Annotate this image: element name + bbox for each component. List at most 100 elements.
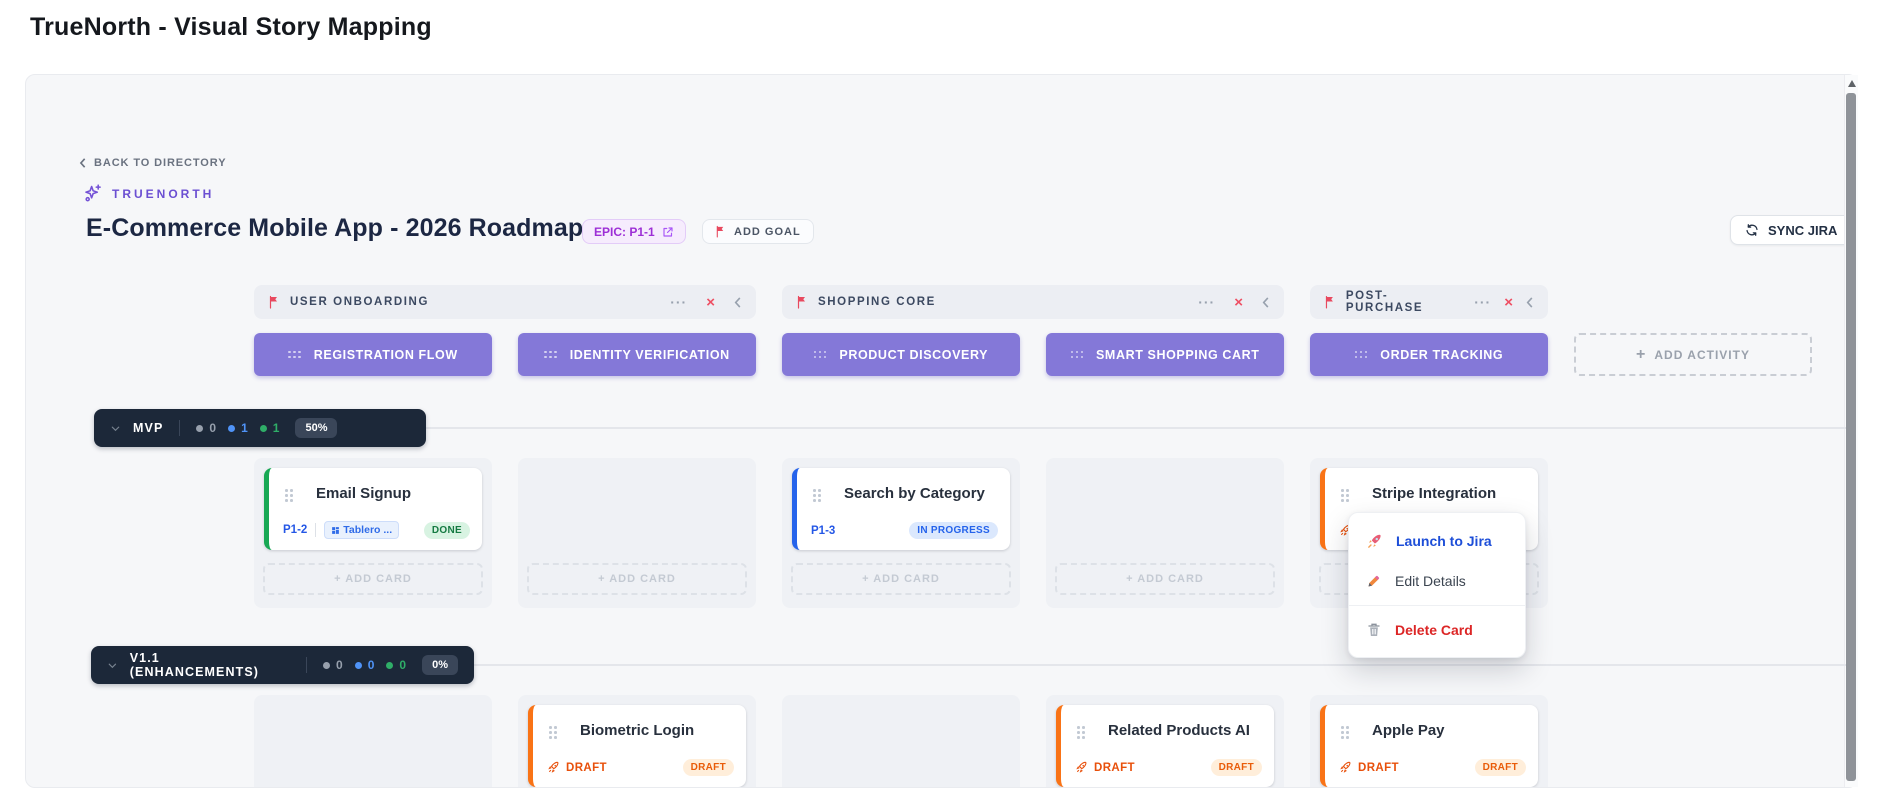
goal-collapse-icon[interactable] (1526, 297, 1534, 308)
add-activity-button[interactable]: + ADD ACTIVITY (1574, 333, 1812, 376)
card-related-products-ai[interactable]: Related Products AI DRAFT DRAFT (1056, 705, 1274, 787)
card-title: Email Signup (316, 485, 411, 502)
chevron-down-icon[interactable] (110, 423, 121, 434)
plus-icon: + (1636, 346, 1645, 364)
row-divider-line (426, 427, 1846, 429)
brand: TRUENORTH (82, 183, 214, 204)
green-dot-icon (386, 662, 393, 669)
goal-more-icon[interactable]: ··· (670, 295, 687, 309)
back-to-directory-link[interactable]: BACK TO DIRECTORY (79, 157, 226, 169)
add-goal-button[interactable]: ADD GOAL (702, 219, 814, 244)
activity-product-discovery[interactable]: PRODUCT DISCOVERY (782, 333, 1020, 376)
card-email-signup[interactable]: Email Signup P1-2 Tablero ... DONE (264, 468, 482, 550)
card-title: Related Products AI (1108, 722, 1250, 739)
add-goal-label: ADD GOAL (734, 226, 801, 238)
card-title: Apple Pay (1372, 722, 1445, 739)
activity-identity-verification[interactable]: IDENTITY VERIFICATION (518, 333, 756, 376)
drag-handle-icon[interactable] (1355, 351, 1368, 359)
back-to-directory-label: BACK TO DIRECTORY (94, 157, 226, 169)
gray-dot-icon (196, 425, 203, 432)
flag-icon (1324, 295, 1336, 309)
scroll-up-arrow-icon[interactable] (1848, 80, 1856, 87)
progress-badge: 0% (422, 655, 458, 675)
goal-bar-user-onboarding: USER ONBOARDING ··· × (254, 285, 756, 319)
row-bar-v1-1-enhancements[interactable]: V1.1 (ENHANCEMENTS) 0 0 0 0% (91, 646, 474, 684)
drag-handle-icon[interactable] (1341, 726, 1349, 739)
sync-icon (1745, 223, 1759, 237)
goal-collapse-icon[interactable] (1262, 297, 1270, 308)
chevron-down-icon[interactable] (107, 660, 118, 671)
draft-label: DRAFT (1339, 761, 1399, 774)
row-divider-line (474, 664, 1846, 666)
goal-label: SHOPPING CORE (818, 296, 936, 308)
drag-handle-icon[interactable] (288, 351, 301, 359)
drag-handle-icon[interactable] (285, 489, 293, 502)
story-map-panel: BACK TO DIRECTORY TRUENORTH E-Commerce M… (25, 74, 1858, 788)
trash-icon (1366, 622, 1382, 638)
count-done: 0 (386, 658, 406, 672)
menu-item-edit-details[interactable]: Edit Details (1349, 561, 1525, 601)
add-card-button[interactable]: + ADD CARD (1055, 563, 1275, 595)
activity-label: IDENTITY VERIFICATION (570, 348, 730, 362)
card-search-by-category[interactable]: Search by Category P1-3 IN PROGRESS (792, 468, 1010, 550)
flag-icon (715, 225, 726, 238)
status-badge: DRAFT (1211, 759, 1262, 776)
sync-jira-button[interactable]: SYNC JIRA (1730, 215, 1852, 245)
card-biometric-login[interactable]: Biometric Login DRAFT DRAFT (528, 705, 746, 787)
rocket-icon (1366, 533, 1383, 550)
goal-delete-icon[interactable]: × (1234, 295, 1243, 310)
ticket-id: P1-3 (811, 525, 835, 537)
activity-label: PRODUCT DISCOVERY (839, 348, 988, 362)
goal-bar-post-purchase: POST-PURCHASE ··· × (1310, 285, 1548, 319)
drag-handle-icon[interactable] (814, 351, 827, 359)
epic-link-badge[interactable]: EPIC: P1-1 (582, 219, 686, 244)
card-context-menu: Launch to Jira Edit Details Delete Card (1348, 512, 1526, 658)
menu-item-delete-card[interactable]: Delete Card (1349, 610, 1525, 650)
drag-handle-icon[interactable] (544, 351, 557, 359)
divider (179, 420, 180, 436)
status-badge: DRAFT (683, 759, 734, 776)
rocket-icon (547, 761, 560, 774)
epic-badge-label: EPIC: P1-1 (594, 225, 655, 239)
blue-dot-icon (228, 425, 235, 432)
divider (315, 523, 316, 537)
card-title: Stripe Integration (1372, 485, 1496, 502)
sparkles-logo-icon (82, 183, 103, 204)
rocket-icon (1075, 761, 1088, 774)
page-title: TrueNorth - Visual Story Mapping (30, 13, 432, 42)
row-label: V1.1 (ENHANCEMENTS) (130, 651, 290, 679)
activity-registration-flow[interactable]: REGISTRATION FLOW (254, 333, 492, 376)
goal-bar-shopping-core: SHOPPING CORE ··· × (782, 285, 1284, 319)
jira-board-chip[interactable]: Tablero ... (324, 521, 399, 539)
progress-badge: 50% (295, 418, 337, 438)
row-label: MVP (133, 421, 163, 435)
goal-more-icon[interactable]: ··· (1198, 295, 1215, 309)
divider (306, 657, 307, 673)
drag-handle-icon[interactable] (1077, 726, 1085, 739)
goal-collapse-icon[interactable] (734, 297, 742, 308)
goal-delete-icon[interactable]: × (1504, 295, 1513, 310)
board-title: E-Commerce Mobile App - 2026 Roadmap (86, 214, 583, 243)
add-card-button[interactable]: + ADD CARD (527, 563, 747, 595)
goal-more-icon[interactable]: ··· (1474, 295, 1491, 309)
card-apple-pay[interactable]: Apple Pay DRAFT DRAFT (1320, 705, 1538, 787)
menu-item-launch-to-jira[interactable]: Launch to Jira (1349, 521, 1525, 561)
row-bar-mvp[interactable]: MVP 0 1 1 50% (94, 409, 426, 447)
status-badge: IN PROGRESS (909, 522, 998, 539)
card-title: Search by Category (844, 485, 985, 502)
flag-icon (268, 295, 280, 309)
goal-delete-icon[interactable]: × (706, 295, 715, 310)
activity-smart-shopping-cart[interactable]: SMART SHOPPING CART (1046, 333, 1284, 376)
drag-handle-icon[interactable] (813, 489, 821, 502)
activity-order-tracking[interactable]: ORDER TRACKING (1310, 333, 1548, 376)
board-icon (331, 526, 340, 535)
add-card-button[interactable]: + ADD CARD (791, 563, 1011, 595)
lane-v11-registration (254, 695, 492, 788)
drag-handle-icon[interactable] (1341, 489, 1349, 502)
add-card-button[interactable]: + ADD CARD (263, 563, 483, 595)
drag-handle-icon[interactable] (549, 726, 557, 739)
drag-handle-icon[interactable] (1071, 351, 1084, 359)
status-badge: DONE (424, 522, 470, 539)
count-backlog: 0 (196, 421, 216, 435)
vertical-scrollbar-thumb[interactable] (1846, 93, 1856, 781)
